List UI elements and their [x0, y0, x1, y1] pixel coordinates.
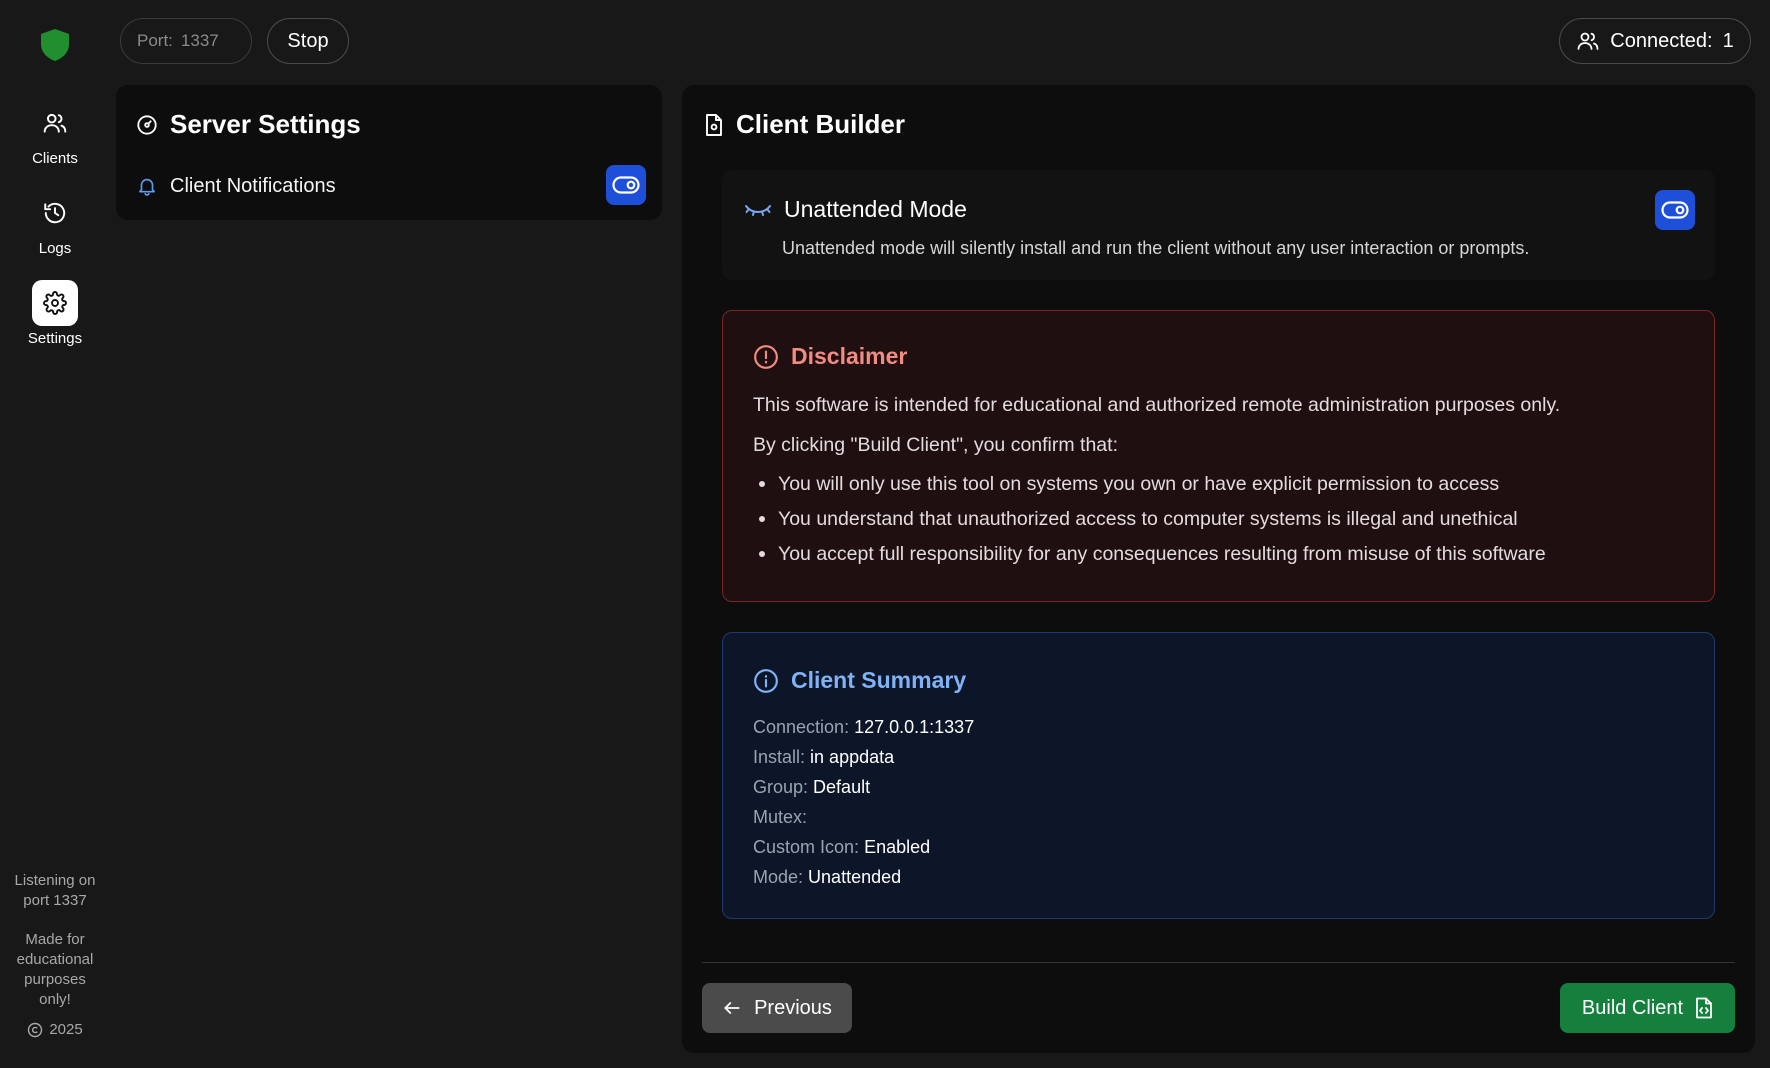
file-code-icon: [1695, 997, 1713, 1019]
summary-value: Default: [813, 777, 871, 797]
summary-value: Unattended: [808, 867, 902, 887]
eye-closed-icon: [744, 201, 772, 219]
list-item: You will only use this tool on systems y…: [753, 471, 1546, 506]
sidebar-item-settings[interactable]: Settings: [0, 280, 110, 347]
bell-icon: [136, 175, 158, 197]
client-summary-title: Client Summary: [791, 667, 967, 693]
shield-logo-icon: [38, 27, 72, 63]
server-settings-panel: Server Settings Client Notifications: [116, 85, 662, 220]
summary-row-install: Install: in appdata: [753, 745, 974, 775]
summary-value: 127.0.0.1:1337: [854, 717, 975, 737]
build-client-button[interactable]: Build Client: [1560, 983, 1735, 1033]
server-settings-title: Server Settings: [170, 109, 361, 139]
server-settings-header: Server Settings: [136, 109, 361, 140]
alert-circle-icon: [753, 344, 779, 370]
port-label: Port:: [137, 31, 173, 50]
summary-row-custom-icon: Custom Icon: Enabled: [753, 835, 974, 865]
unattended-mode-header: Unattended Mode: [744, 196, 967, 223]
sidebar-item-clients[interactable]: Clients: [0, 100, 110, 167]
port-input[interactable]: Port: 1337: [120, 18, 252, 64]
history-icon: [32, 190, 78, 236]
divider: [702, 962, 1735, 963]
client-builder-title: Client Builder: [736, 109, 906, 139]
unattended-mode-title: Unattended Mode: [784, 196, 967, 222]
users-icon: [32, 100, 78, 146]
summary-key: Mutex:: [753, 807, 808, 827]
list-item: You understand that unauthorized access …: [753, 506, 1546, 541]
list-item: You accept full responsibility for any c…: [753, 541, 1546, 576]
sidebar-item-logs[interactable]: Logs: [0, 190, 110, 257]
connected-clients-badge: Connected: 1: [1559, 18, 1751, 64]
connected-count: 1: [1722, 29, 1734, 52]
gauge-icon: [136, 114, 158, 136]
copyright: 2025: [0, 1020, 110, 1040]
client-builder-panel: Client Builder Unattended Mode Unattende…: [682, 85, 1755, 1053]
educational-note: Made for educational purposes only!: [16, 931, 94, 1008]
summary-value: in appdata: [810, 747, 895, 767]
summary-key: Install:: [753, 747, 806, 767]
summary-key: Custom Icon:: [753, 837, 860, 857]
info-icon: [753, 668, 779, 694]
summary-row-group: Group: Default: [753, 775, 974, 805]
summary-key: Connection:: [753, 717, 850, 737]
build-client-label: Build Client: [1581, 996, 1684, 1019]
summary-row-mutex: Mutex:: [753, 805, 974, 835]
previous-label: Previous: [754, 996, 832, 1019]
arrow-left-icon: [722, 998, 742, 1018]
unattended-mode-description: Unattended mode will silently install an…: [782, 238, 1530, 258]
client-builder-header: Client Builder: [704, 109, 905, 140]
stop-button[interactable]: Stop: [267, 18, 349, 64]
client-summary-box: Client Summary Connection: 127.0.0.1:133…: [722, 632, 1715, 919]
listening-status: Listening on port 1337: [14, 872, 96, 909]
port-value: 1337: [180, 31, 219, 50]
summary-key: Group:: [753, 777, 809, 797]
sidebar-item-label: Settings: [27, 330, 83, 347]
sidebar-item-label: Clients: [32, 150, 78, 167]
client-summary-header: Client Summary: [753, 667, 966, 694]
copyright-icon: [27, 1022, 43, 1038]
client-notifications-row: Client Notifications: [136, 165, 646, 207]
sidebar: Clients Logs Settings Listening on port …: [0, 0, 110, 1068]
client-notifications-toggle[interactable]: [606, 165, 646, 205]
disclaimer-title: Disclaimer: [791, 343, 908, 369]
sidebar-item-label: Logs: [38, 240, 72, 257]
disclaimer-box: Disclaimer This software is intended for…: [722, 310, 1715, 602]
gear-icon: [32, 280, 78, 326]
connected-label: Connected:: [1610, 29, 1713, 52]
summary-value: Enabled: [864, 837, 931, 857]
app-window: Clients Logs Settings Listening on port …: [0, 0, 1770, 1068]
disclaimer-list: You will only use this tool on systems y…: [753, 471, 1546, 576]
disclaimer-intro: This software is intended for educationa…: [753, 394, 1561, 416]
summary-rows: Connection: 127.0.0.1:1337 Install: in a…: [753, 715, 974, 895]
summary-row-connection: Connection: 127.0.0.1:1337: [753, 715, 974, 745]
previous-button[interactable]: Previous: [702, 983, 852, 1033]
copyright-year: 2025: [49, 1021, 83, 1038]
file-gear-icon: [704, 113, 724, 137]
unattended-mode-toggle[interactable]: [1655, 190, 1695, 230]
summary-key: Mode:: [753, 867, 804, 887]
disclaimer-header: Disclaimer: [753, 343, 907, 370]
summary-row-mode: Mode: Unattended: [753, 865, 974, 895]
users-icon: [1576, 29, 1600, 53]
client-notifications-label: Client Notifications: [170, 174, 336, 197]
unattended-mode-card: Unattended Mode Unattended mode will sil…: [722, 170, 1715, 280]
disclaimer-confirm: By clicking "Build Client", you confirm …: [753, 434, 1118, 456]
